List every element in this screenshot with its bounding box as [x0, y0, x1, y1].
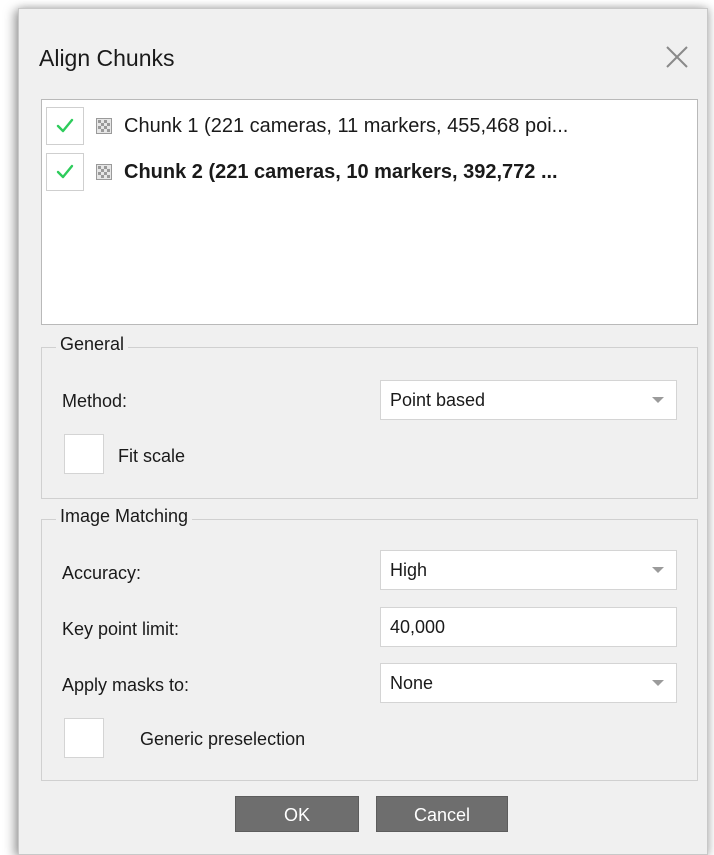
- apply-masks-value: None: [390, 673, 434, 693]
- apply-masks-label: Apply masks to:: [62, 675, 190, 695]
- accuracy-select[interactable]: High: [380, 550, 677, 590]
- chunk-icon: [96, 118, 112, 134]
- chunk-checkbox[interactable]: [46, 153, 84, 191]
- checkmark-icon: [56, 164, 74, 179]
- method-value: Point based: [390, 390, 486, 410]
- chevron-down-icon: [652, 567, 664, 573]
- chunk-label: Chunk 1 (221 cameras, 11 markers, 455,46…: [124, 114, 569, 137]
- cancel-button[interactable]: Cancel: [376, 796, 508, 832]
- key-point-limit-label: Key point limit:: [62, 619, 180, 639]
- close-icon[interactable]: [659, 39, 695, 75]
- list-item[interactable]: Chunk 2 (221 cameras, 10 markers, 392,77…: [46, 152, 692, 192]
- checkmark-icon: [56, 118, 74, 133]
- accuracy-label: Accuracy:: [62, 563, 142, 583]
- key-point-limit-value: 40,000: [390, 617, 446, 637]
- chevron-down-icon: [652, 397, 664, 403]
- fit-scale-label: Fit scale: [118, 446, 186, 466]
- image-matching-group: Image Matching Accuracy: High Key point …: [41, 506, 698, 781]
- chunk-label: Chunk 2 (221 cameras, 10 markers, 392,77…: [124, 160, 558, 183]
- fit-scale-checkbox[interactable]: [64, 434, 104, 474]
- key-point-limit-input[interactable]: 40,000: [380, 607, 677, 647]
- group-title: General: [56, 334, 129, 355]
- method-select[interactable]: Point based: [380, 380, 677, 420]
- chunk-icon: [96, 164, 112, 180]
- chunk-list[interactable]: Chunk 1 (221 cameras, 11 markers, 455,46…: [41, 99, 698, 325]
- chevron-down-icon: [652, 680, 664, 686]
- method-label: Method:: [62, 391, 128, 411]
- list-item[interactable]: Chunk 1 (221 cameras, 11 markers, 455,46…: [46, 106, 692, 146]
- align-chunks-dialog: Align Chunks Chunk 1 (221 cameras, 11 ma…: [18, 8, 708, 855]
- generic-preselection-label: Generic preselection: [140, 729, 306, 749]
- chunk-checkbox[interactable]: [46, 107, 84, 145]
- general-group: General Method: Point based Fit scale: [41, 334, 698, 499]
- accuracy-value: High: [390, 560, 428, 580]
- group-title: Image Matching: [56, 506, 193, 527]
- generic-preselection-checkbox[interactable]: [64, 718, 104, 758]
- dialog-title: Align Chunks: [39, 45, 175, 71]
- apply-masks-select[interactable]: None: [380, 663, 677, 703]
- ok-button[interactable]: OK: [235, 796, 359, 832]
